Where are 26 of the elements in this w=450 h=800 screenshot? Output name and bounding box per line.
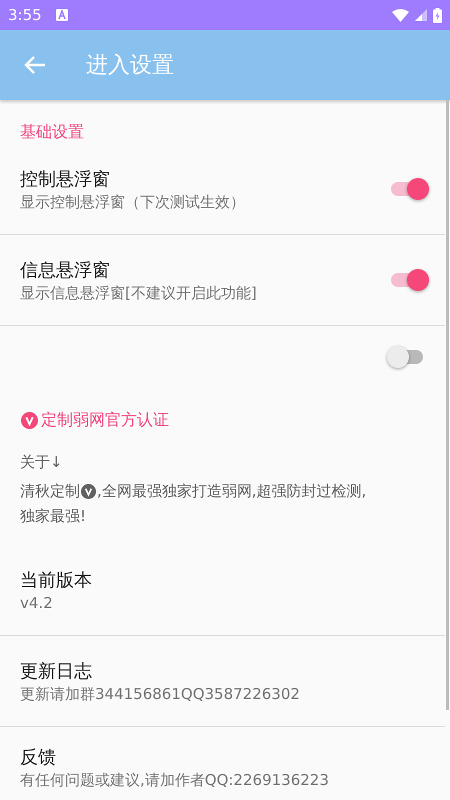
setting-summary: 有任何问题或建议,请加作者QQ:2269136223 [20, 771, 330, 790]
setting-title: 当前版本 [20, 569, 93, 592]
about-text: 清秋定制 [20, 482, 80, 500]
verified-badge-icon [81, 484, 96, 499]
wifi-icon [392, 8, 409, 22]
setting-title: 控制悬浮窗 [20, 168, 111, 190]
about-text: 独家最强! [20, 506, 88, 527]
screen-title: 进入设置 [86, 52, 174, 80]
setting-summary: 显示控制悬浮窗（下次测试生效） [20, 192, 246, 212]
preference-item[interactable]: 反馈 有任何问题或建议,请加作者QQ:2269136223 [0, 727, 445, 800]
notification-icon [56, 9, 68, 21]
status-time: 3:55 [8, 6, 42, 24]
signal-icon [415, 9, 427, 21]
setting-title: 信息悬浮窗 [20, 258, 111, 282]
preference-item[interactable]: 更新日志 更新请加群344156861QQ3587226302 [0, 636, 445, 727]
about-heading: 关于↓ [20, 452, 63, 473]
section-header: 基础设置 [20, 122, 84, 142]
setting-summary: 显示信息悬浮窗[不建议开启此功能] [20, 284, 258, 302]
setting-title: 更新日志 [20, 660, 93, 682]
setting-summary: v4.2 [20, 594, 54, 612]
section-header: 定制弱网官方认证 [41, 410, 169, 430]
battery-icon [433, 8, 442, 22]
about-text: ,全网最强独家打造弱网,超强防封过检测, [97, 482, 366, 500]
setting-summary: 更新请加群344156861QQ3587226302 [20, 684, 301, 704]
preference-item[interactable]: 当前版本 v4.2 [0, 545, 445, 636]
setting-title: 反馈 [20, 746, 57, 769]
